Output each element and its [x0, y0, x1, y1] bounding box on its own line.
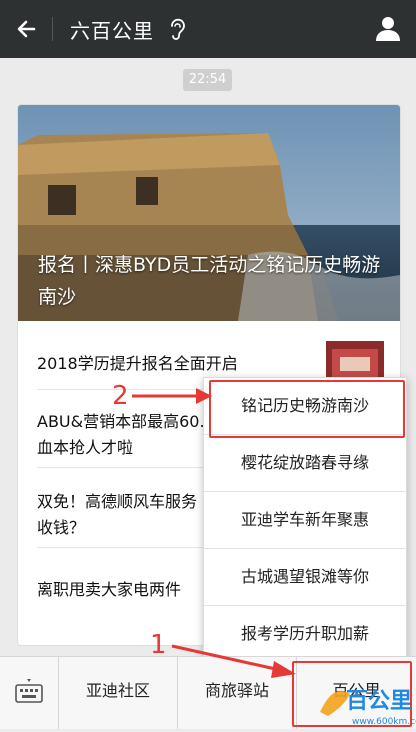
highlight-box-step2: [209, 380, 405, 438]
article-item-title: ABU&营销本部最高60... 血本抢人才啦: [37, 412, 215, 457]
article-item-title: 双免！高德顺风车服务 不收钱？: [37, 492, 219, 537]
menu-button-community[interactable]: 亚迪社区: [59, 657, 178, 729]
chat-title: 六百公里: [70, 19, 154, 43]
user-profile-icon[interactable]: [374, 14, 402, 42]
back-arrow-icon[interactable]: [12, 14, 42, 44]
keyboard-toggle-button[interactable]: [0, 657, 59, 729]
article-headline[interactable]: 报名丨深惠BYD员工活动之铭记历史畅游南沙: [38, 249, 388, 313]
submenu-item[interactable]: 樱花绽放踏春寻缘: [204, 435, 406, 492]
submenu-item[interactable]: 古城遇望银滩等你: [204, 549, 406, 606]
step-number-1: 1: [150, 630, 167, 660]
submenu-item[interactable]: 亚迪学车新年聚惠: [204, 492, 406, 549]
site-watermark: 百公里 www.600km.com: [316, 672, 416, 728]
step2-arrow-icon: [132, 388, 212, 404]
message-timestamp: 22:54: [183, 69, 232, 91]
earpiece-icon: [171, 18, 185, 40]
watermark-logo-icon: 百公里 www.600km.com: [320, 689, 416, 727]
top-bar: 六百公里: [0, 0, 416, 58]
svg-text:百公里: 百公里: [346, 689, 412, 714]
svg-text:www.600km.com: www.600km.com: [352, 717, 416, 727]
keyboard-icon: [15, 679, 43, 703]
header-divider: [52, 17, 53, 41]
step-number-2: 2: [112, 381, 129, 411]
step1-arrow-icon: [171, 644, 296, 678]
